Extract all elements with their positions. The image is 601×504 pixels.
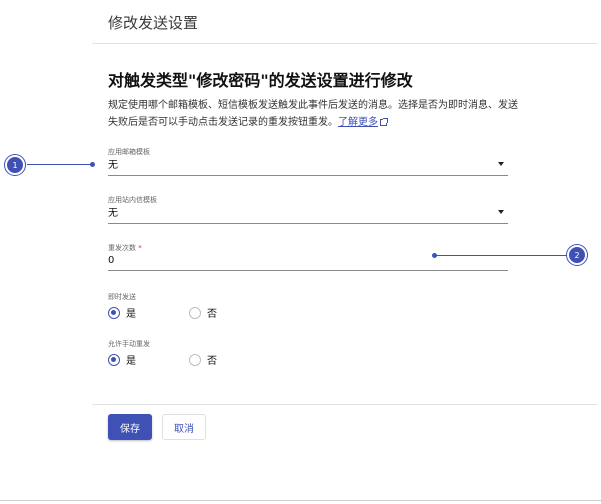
actions-divider: [92, 404, 597, 405]
inbox-template-select[interactable]: 无: [108, 199, 508, 224]
manual-resend-no-radio[interactable]: 否: [189, 352, 217, 367]
inbox-template-value: 无: [108, 208, 118, 219]
instant-send-no-radio[interactable]: 否: [189, 305, 217, 320]
annotation-marker-1: 1: [5, 155, 25, 175]
instant-send-yes-label: 是: [126, 309, 136, 320]
radio-unchecked-icon: [189, 353, 201, 366]
email-template-value: 无: [108, 160, 118, 171]
learn-more-label: 了解更多: [338, 117, 378, 128]
manual-resend-no-label: 否: [207, 356, 217, 367]
annotation-leader-line-1: [27, 164, 92, 165]
learn-more-link[interactable]: 了解更多: [338, 117, 388, 128]
manual-resend-yes-label: 是: [126, 356, 136, 367]
radio-unchecked-icon: [189, 306, 201, 319]
manual-resend-yes-radio[interactable]: 是: [108, 352, 136, 367]
section-description: 规定使用哪个邮箱模板、短信模板发送触发此事件后发送的消息。选择是否为即时消息、发…: [108, 97, 518, 131]
radio-checked-icon: [108, 353, 120, 366]
instant-send-yes-radio[interactable]: 是: [108, 305, 136, 320]
retry-count-value: 0: [108, 255, 115, 266]
footer-divider: [0, 500, 601, 501]
annotation-dot-1: [90, 161, 95, 167]
manual-resend-label: 允许手动重发: [108, 340, 150, 348]
section-title: 对触发类型"修改密码"的发送设置进行修改: [108, 71, 413, 90]
save-button[interactable]: 保存: [108, 414, 152, 440]
external-link-icon: [380, 118, 388, 126]
retry-count-input[interactable]: 0: [108, 246, 508, 271]
description-text: 规定使用哪个邮箱模板、短信模板发送触发此事件后发送的消息。选择是否为即时消息、发…: [108, 100, 518, 128]
header-divider: [92, 43, 597, 44]
email-template-select[interactable]: 无: [108, 151, 508, 176]
cancel-button[interactable]: 取消: [162, 414, 206, 440]
annotation-marker-2: 2: [567, 245, 587, 265]
radio-checked-icon: [108, 306, 120, 319]
instant-send-label: 即时发送: [108, 293, 136, 301]
annotation-leader-line-2: [436, 255, 567, 256]
page-title: 修改发送设置: [108, 14, 199, 32]
dropdown-arrow-icon: [498, 210, 504, 214]
dropdown-arrow-icon: [498, 162, 504, 166]
instant-send-no-label: 否: [207, 309, 217, 320]
